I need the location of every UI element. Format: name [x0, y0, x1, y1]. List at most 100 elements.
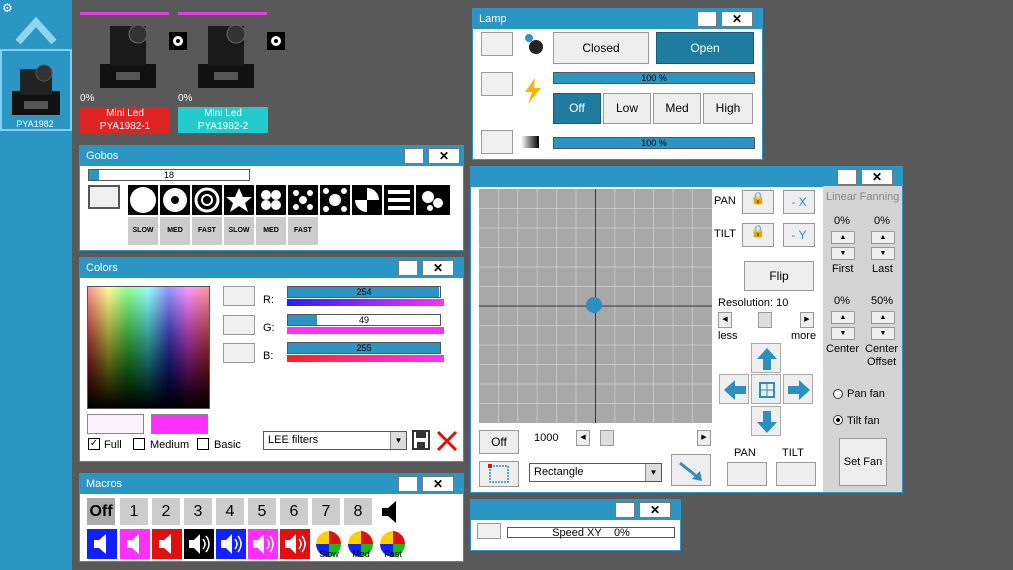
- gear-icon[interactable]: ⚙: [2, 2, 13, 14]
- gobo-spiral[interactable]: [192, 185, 222, 215]
- macro-speed-slow[interactable]: Slow: [314, 529, 344, 559]
- medium-checkbox[interactable]: [133, 438, 145, 450]
- close-button[interactable]: ✕: [422, 476, 454, 492]
- fan-first-down[interactable]: ▼: [831, 247, 855, 260]
- lamp-dimmer-bar[interactable]: 100 %: [553, 137, 755, 149]
- lock-icon[interactable]: [404, 148, 424, 164]
- gobo-burst[interactable]: [320, 185, 350, 215]
- gobo-star[interactable]: [224, 185, 254, 215]
- pan-fine-button[interactable]: [727, 462, 767, 486]
- lock-icon[interactable]: [398, 260, 418, 276]
- macro-off-button[interactable]: Off: [87, 498, 115, 525]
- macro-6-button[interactable]: 6: [280, 498, 308, 525]
- resolution-slider-thumb[interactable]: [758, 312, 772, 328]
- lamp-mode-low[interactable]: Low: [603, 93, 651, 124]
- macro-sound-wave-red[interactable]: [280, 529, 310, 559]
- set-fan-button[interactable]: Set Fan: [839, 438, 887, 486]
- pan-fan-radio[interactable]: [833, 389, 843, 399]
- gobo-bars[interactable]: [384, 185, 414, 215]
- gobo-splash[interactable]: [416, 185, 450, 215]
- effect-off-button[interactable]: Off: [479, 430, 519, 454]
- invert-y-button[interactable]: - Y: [783, 223, 815, 247]
- blue-swatch-button[interactable]: [223, 343, 255, 363]
- macro-3-button[interactable]: 3: [184, 498, 212, 525]
- save-icon[interactable]: [412, 430, 430, 450]
- shape-select[interactable]: Rectangle ▼: [529, 463, 662, 482]
- chevron-up-icon[interactable]: [14, 12, 58, 46]
- macro-2-button[interactable]: 2: [152, 498, 180, 525]
- gobo-position-bar[interactable]: 18: [88, 169, 250, 181]
- pan-lock-button[interactable]: 🔒: [742, 190, 774, 214]
- lock-icon[interactable]: [398, 476, 418, 492]
- basic-checkbox[interactable]: [197, 438, 209, 450]
- lamp-closed-button[interactable]: Closed: [553, 32, 649, 64]
- gobo-hearts[interactable]: [256, 185, 286, 215]
- macro-1-button[interactable]: 1: [120, 498, 148, 525]
- macro-4-button[interactable]: 4: [216, 498, 244, 525]
- macro-sound-red[interactable]: [152, 529, 182, 559]
- move-up-button[interactable]: [751, 343, 781, 373]
- lamp-mode-high[interactable]: High: [703, 93, 753, 124]
- direction-button[interactable]: [671, 454, 711, 486]
- invert-x-button[interactable]: - X: [783, 190, 815, 214]
- gobo-selected-swatch[interactable]: [88, 185, 120, 209]
- effect-slider-thumb[interactable]: [600, 430, 614, 446]
- gobo-dots[interactable]: [288, 185, 318, 215]
- gobo-rotate-cw-fast[interactable]: FAST: [288, 217, 318, 245]
- close-button[interactable]: ✕: [639, 502, 671, 518]
- macro-7-button[interactable]: 7: [312, 498, 340, 525]
- fan-last-up[interactable]: ▲: [871, 231, 895, 244]
- fan-center-down[interactable]: ▼: [831, 327, 855, 340]
- center-button[interactable]: [751, 374, 781, 404]
- lamp-mode-med[interactable]: Med: [653, 93, 701, 124]
- macro-speed-fast[interactable]: Fast: [378, 529, 408, 559]
- green-swatch-button[interactable]: [223, 315, 255, 335]
- lamp-dimmer-swatch[interactable]: [481, 130, 513, 154]
- full-checkbox[interactable]: ✓: [88, 438, 100, 450]
- filter-select[interactable]: LEE filters ▼: [263, 431, 407, 450]
- color-picker[interactable]: [87, 286, 210, 409]
- fan-center-up[interactable]: ▲: [831, 311, 855, 324]
- lock-icon[interactable]: [697, 11, 717, 27]
- gobo-flower[interactable]: [160, 185, 190, 215]
- pan-tilt-grid[interactable]: [479, 189, 712, 423]
- close-button[interactable]: ✕: [428, 148, 460, 164]
- move-down-button[interactable]: [751, 406, 781, 436]
- moving-head-icon[interactable]: [190, 18, 260, 90]
- macro-sound-black[interactable]: [184, 529, 214, 559]
- pan-tilt-position-marker[interactable]: [586, 297, 602, 313]
- fixture-1-label[interactable]: Mini Led PYA1982-1: [80, 107, 170, 133]
- macro-speed-med[interactable]: Med: [346, 529, 376, 559]
- shape-preview-button[interactable]: [479, 461, 519, 487]
- move-left-button[interactable]: [719, 374, 749, 404]
- tilt-fine-button[interactable]: [776, 462, 816, 486]
- macro-sound-wave-magenta[interactable]: [248, 529, 278, 559]
- macro-sound-magenta[interactable]: [120, 529, 150, 559]
- gobo-rotate-ccw-slow[interactable]: SLOW: [128, 217, 158, 245]
- speed-bar[interactable]: Speed XY 0%: [507, 527, 675, 539]
- red-slider[interactable]: 254: [287, 286, 441, 298]
- fixture-2-label[interactable]: Mini Led PYA1982-2: [178, 107, 268, 133]
- close-button[interactable]: ✕: [861, 169, 893, 185]
- move-right-button[interactable]: [783, 374, 813, 404]
- tilt-lock-button[interactable]: 🔒: [742, 223, 774, 247]
- speaker-icon[interactable]: [378, 499, 402, 525]
- lamp-shutter-swatch[interactable]: [481, 32, 513, 56]
- tilt-fan-radio[interactable]: [833, 415, 843, 425]
- macro-8-button[interactable]: 8: [344, 498, 372, 525]
- gobo-rotate-cw-med[interactable]: MED: [256, 217, 286, 245]
- lamp-intensity-swatch[interactable]: [481, 72, 513, 96]
- gobo-swirl[interactable]: [352, 185, 382, 215]
- lamp-open-button[interactable]: Open: [656, 32, 754, 64]
- gobo-open[interactable]: [128, 185, 158, 215]
- gobo-rotate-ccw-med[interactable]: MED: [160, 217, 190, 245]
- fan-last-down[interactable]: ▼: [871, 247, 895, 260]
- resolution-less-arrow[interactable]: ◀: [718, 312, 732, 328]
- macro-sound-blue[interactable]: [87, 529, 117, 559]
- blue-slider[interactable]: 255: [287, 342, 441, 354]
- fan-first-up[interactable]: ▲: [831, 231, 855, 244]
- resolution-more-arrow[interactable]: ▶: [800, 312, 814, 328]
- gobo-rotate-ccw-fast[interactable]: FAST: [192, 217, 222, 245]
- close-button[interactable]: ✕: [422, 260, 454, 276]
- green-slider[interactable]: 49: [287, 314, 441, 326]
